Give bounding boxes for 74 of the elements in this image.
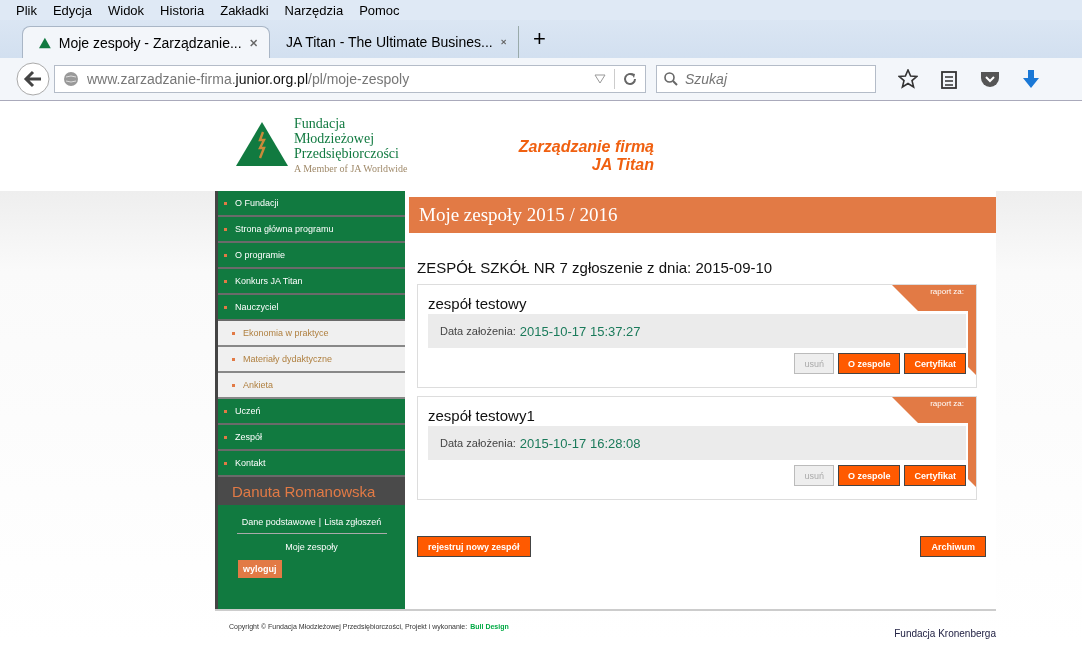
nav-subitem[interactable]: Ankieta — [243, 380, 274, 390]
logo-tagline: A Member of JA Worldwide — [294, 162, 408, 176]
menu-item[interactable]: Narzędzia — [284, 2, 344, 18]
browser-tab[interactable]: JA Titan - The Ultimate Busines... — [270, 26, 518, 58]
page-heading: Moje zespoły 2015 / 2016 — [409, 197, 996, 233]
back-icon[interactable] — [16, 62, 50, 96]
archive-button[interactable]: Archiwum — [920, 536, 986, 557]
pocket-icon[interactable] — [980, 70, 1000, 88]
report-label: raport za: — [930, 399, 964, 408]
logo-text: Młodzieżowej — [294, 131, 376, 146]
bullet-icon — [224, 305, 227, 309]
date-value: 2015-10-17 16:28:08 — [519, 435, 641, 451]
site-title: Zarządzanie firmą — [518, 138, 654, 156]
menu-item[interactable]: Edycja — [52, 2, 92, 18]
search-field[interactable]: Szukaj — [656, 65, 876, 93]
close-icon[interactable] — [500, 37, 506, 47]
nav-item[interactable]: Zespół — [235, 432, 262, 442]
dropdown-icon[interactable] — [594, 74, 606, 84]
nav-subitem[interactable]: Ekonomia w praktyce — [243, 328, 329, 338]
action-button[interactable]: Certyfikat — [904, 353, 966, 374]
clipboard-icon[interactable] — [940, 69, 958, 89]
bullet-icon — [232, 383, 235, 387]
download-icon[interactable] — [1022, 69, 1040, 89]
bullet-icon — [232, 331, 235, 335]
logout-button[interactable]: wyloguj — [238, 560, 282, 578]
menu-item[interactable]: Historia — [160, 2, 205, 18]
browser-tab[interactable]: Moje zespoły - Zarządzanie... — [22, 26, 270, 58]
nav-item[interactable]: Konkurs JA Titan — [235, 276, 303, 286]
my-teams-link[interactable]: Moje zespoły — [285, 542, 338, 552]
action-button[interactable]: O zespole — [837, 353, 901, 374]
site-title: JA Titan — [591, 156, 654, 174]
bullet-icon — [232, 357, 235, 361]
logo-text: Przedsiębiorczości — [294, 146, 400, 161]
nav-item[interactable]: O programie — [235, 250, 286, 260]
report-label: raport za: — [930, 287, 964, 296]
bullet-icon — [224, 201, 227, 205]
nav-item[interactable]: Kontakt — [235, 458, 266, 468]
logo-text: Fundacja — [294, 116, 347, 131]
nav-item[interactable]: Nauczyciel — [235, 302, 279, 312]
nav-item[interactable]: Strona główna programu — [235, 224, 334, 234]
team-name: zespół testowy1 — [428, 407, 536, 424]
partner-logo-text: Fundacja Kronenberga — [894, 627, 996, 639]
register-button[interactable]: rejestruj nowy zespół — [417, 536, 531, 557]
nav-item[interactable]: O Fundacji — [235, 198, 279, 208]
bullet-icon — [224, 435, 227, 439]
school-title: ZESPÓŁ SZKÓŁ NR 7 zgłoszenie z dnia: 2015-09-10 — [417, 259, 774, 276]
menu-item[interactable]: Plik — [16, 2, 37, 18]
applications-link[interactable]: Lista zgłoszeń — [324, 517, 382, 527]
team-name: zespół testowy — [428, 295, 528, 312]
address-bar[interactable]: www.zarzadzanie-firma.junior.org.pl/pl/moje-zespoly — [54, 65, 646, 93]
close-icon[interactable] — [249, 37, 257, 48]
bullet-icon — [224, 279, 227, 283]
logo-triangle-drawing — [236, 122, 288, 166]
search-icon — [664, 72, 678, 86]
reload-icon[interactable] — [623, 72, 637, 86]
action-button[interactable]: Certyfikat — [904, 465, 966, 486]
menu-item[interactable]: Pomoc — [359, 2, 400, 18]
star-icon[interactable] — [898, 69, 918, 89]
nav-subitem[interactable]: Materiały dydaktyczne — [243, 354, 333, 364]
action-button[interactable]: O zespole — [837, 465, 901, 486]
separator-text: | — [318, 517, 322, 527]
menu-item[interactable]: Zakładki — [220, 2, 269, 18]
menu-item[interactable]: Widok — [108, 2, 145, 18]
nav-item[interactable]: Uczeń — [235, 406, 261, 416]
user-name: Danuta Romanowska — [218, 477, 405, 505]
bullet-icon — [224, 461, 227, 465]
profile-link[interactable]: Dane podstawowe — [241, 517, 316, 527]
bullet-icon — [224, 409, 227, 413]
bullet-icon — [224, 253, 227, 257]
date-value: 2015-10-17 15:37:27 — [519, 323, 641, 339]
bullet-icon — [224, 227, 227, 231]
globe-icon — [63, 71, 79, 87]
date-label: Data założenia: — [440, 325, 516, 337]
date-label: Data założenia: — [440, 437, 516, 449]
